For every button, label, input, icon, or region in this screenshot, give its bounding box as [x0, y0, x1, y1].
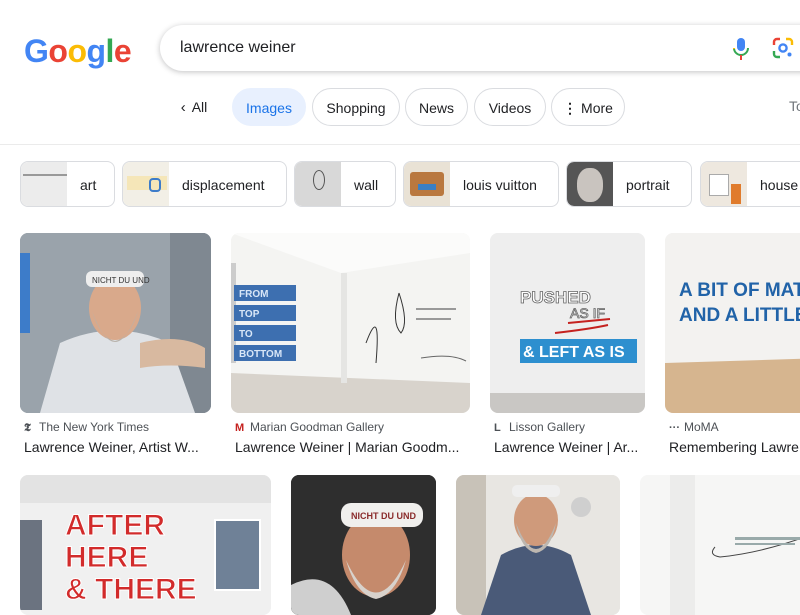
chip-label: portrait — [626, 177, 670, 193]
logo-letter: e — [113, 33, 132, 69]
result-source[interactable]: 𝕿 The New York Times — [24, 420, 149, 435]
chip-displacement[interactable]: displacement — [122, 161, 287, 207]
tab-videos[interactable]: Videos — [474, 88, 546, 126]
hat-text: NICHT DU UND — [92, 276, 150, 285]
chip-portrait[interactable]: portrait — [566, 161, 692, 207]
result-title[interactable]: Lawrence Weiner, Artist W... — [24, 439, 209, 455]
result-source[interactable]: M Marian Goodman Gallery — [235, 420, 384, 434]
search-input[interactable]: lawrence weiner — [180, 39, 296, 57]
portrait-image: NICHT DU UND — [20, 233, 211, 413]
artwork-image: AFTER HERE & THERE — [20, 475, 271, 615]
result-thumbnail[interactable]: PUSHED AS IF & LEFT AS IS — [490, 233, 645, 413]
artwork-text: AFTER — [65, 509, 165, 542]
result-source[interactable]: ··· MoMA — [669, 420, 719, 434]
logo-letter: g — [86, 33, 106, 69]
tools-button[interactable]: To — [789, 98, 800, 114]
chip-thumbnail — [295, 162, 341, 206]
chip-louis-vuitton[interactable]: louis vuitton — [403, 161, 559, 207]
tab-label: Videos — [488, 100, 532, 116]
google-logo[interactable]: Google — [24, 33, 132, 70]
tab-news[interactable]: News — [405, 88, 468, 126]
logo-letter: o — [67, 33, 87, 69]
chevron-left-icon: ‹ — [180, 99, 186, 116]
tab-label: Shopping — [326, 100, 386, 116]
tab-shopping[interactable]: Shopping — [312, 88, 400, 126]
chip-label: wall — [354, 177, 379, 193]
result-thumbnail[interactable] — [640, 475, 800, 615]
chip-label: house — [760, 177, 799, 193]
tab-label: More — [581, 100, 613, 116]
artwork-text: TOP — [239, 309, 260, 320]
artwork-image: PUSHED AS IF & LEFT AS IS — [490, 233, 645, 413]
logo-letter: o — [48, 33, 68, 69]
result-title[interactable]: Remembering Lawre — [669, 439, 800, 455]
artwork-text: AND A LITTLE — [679, 305, 800, 326]
artwork-text: & THERE — [65, 573, 197, 606]
artwork-image — [640, 475, 800, 615]
chip-art[interactable]: art — [20, 161, 115, 207]
chip-thumbnail — [21, 162, 67, 206]
artwork-text: AS IF — [570, 305, 605, 321]
gallery-image: FROM TOP TO BOTTOM — [231, 233, 470, 413]
nyt-favicon-icon: 𝕿 — [24, 422, 31, 434]
search-tabs: ‹ All Images Shopping News Videos ⋮ More — [0, 88, 800, 128]
artwork-text: BOTTOM — [239, 349, 282, 360]
lisson-favicon-icon: L — [494, 422, 501, 434]
logo-letter: G — [24, 33, 49, 69]
result-title[interactable]: Lawrence Weiner | Ar... — [494, 439, 644, 455]
tab-label: News — [418, 100, 454, 116]
tab-label: Images — [246, 100, 292, 116]
tab-images[interactable]: Images — [232, 88, 306, 126]
more-vert-icon: ⋮ — [563, 100, 578, 116]
chip-wall[interactable]: wall — [294, 161, 396, 207]
search-box[interactable]: lawrence weiner — [160, 25, 800, 71]
chip-thumbnail — [567, 162, 613, 206]
artwork-text: & LEFT AS IS — [523, 344, 625, 361]
chip-label: displacement — [182, 177, 265, 193]
microphone-icon[interactable] — [730, 37, 752, 61]
header-divider — [0, 144, 800, 145]
result-thumbnail[interactable]: FROM TOP TO BOTTOM — [231, 233, 470, 413]
chip-thumbnail — [404, 162, 450, 206]
result-thumbnail[interactable]: NICHT DU UND — [20, 233, 211, 413]
chip-house[interactable]: house — [700, 161, 800, 207]
source-name: Marian Goodman Gallery — [250, 420, 385, 434]
source-name: Lisson Gallery — [509, 420, 586, 434]
studio-image — [456, 475, 620, 615]
moma-image: A BIT OF MATTE AND A LITTLE — [665, 233, 800, 413]
artwork-text: FROM — [239, 289, 268, 300]
artwork-text: TO — [239, 329, 253, 340]
artwork-text: A BIT OF MATTE — [679, 280, 800, 301]
result-thumbnail[interactable]: AFTER HERE & THERE — [20, 475, 271, 615]
source-name: The New York Times — [39, 420, 150, 434]
tab-more[interactable]: ⋮ More — [551, 88, 625, 126]
chip-label: louis vuitton — [463, 177, 537, 193]
tab-all[interactable]: ‹ All — [168, 88, 220, 126]
portrait-image: NICHT DU UND — [291, 475, 436, 615]
marian-goodman-favicon-icon: M — [235, 422, 245, 434]
chip-label: art — [80, 177, 97, 193]
moma-favicon-icon: ··· — [669, 422, 680, 434]
result-thumbnail[interactable]: A BIT OF MATTE AND A LITTLE — [665, 233, 800, 413]
result-source[interactable]: L Lisson Gallery — [494, 420, 585, 434]
logo-letter: l — [105, 33, 115, 69]
result-thumbnail[interactable]: NICHT DU UND — [291, 475, 436, 615]
result-title[interactable]: Lawrence Weiner | Marian Goodm... — [235, 439, 468, 455]
chip-thumbnail — [701, 162, 747, 206]
chip-thumbnail — [123, 162, 169, 206]
hat-text: NICHT DU UND — [351, 511, 416, 521]
source-name: MoMA — [684, 420, 719, 434]
artwork-text: HERE — [65, 541, 148, 574]
result-thumbnail[interactable] — [456, 475, 620, 615]
tab-label: All — [191, 99, 208, 115]
google-lens-icon[interactable] — [772, 37, 794, 59]
